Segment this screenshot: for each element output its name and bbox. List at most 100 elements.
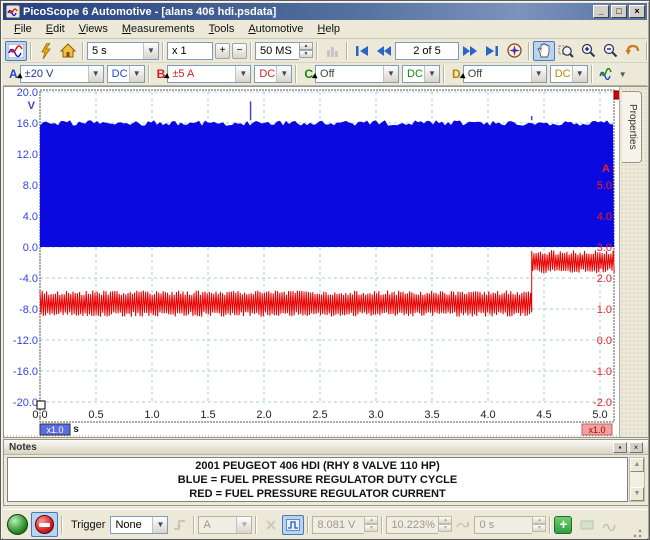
title-bar: PicoScope 6 Automotive - [alans 406 hdi.…	[3, 3, 647, 20]
scroll-up-icon[interactable]: ▲	[630, 458, 644, 472]
channel-c-range-select[interactable]: Off ▼	[315, 65, 399, 83]
notes-line: BLUE = FUEL PRESSURE REGULATOR DUTY CYCL…	[8, 473, 627, 487]
buffer-position-field[interactable]: 2 of 5	[395, 42, 459, 60]
last-buffer-icon	[485, 45, 499, 57]
next-buffer-icon	[462, 45, 478, 57]
stop-capture-button[interactable]	[31, 512, 58, 537]
zoom-multiplier-field[interactable]: x 1	[167, 42, 213, 60]
undo-zoom-button[interactable]	[621, 41, 643, 61]
y-left-tick: 16.0	[17, 118, 38, 130]
separator	[295, 65, 297, 83]
sample-count-spinner[interactable]: 50 MS ▲▼	[255, 42, 313, 60]
trigger-view-button[interactable]	[282, 515, 304, 535]
menu-item-help[interactable]: Help	[310, 21, 347, 37]
y-right-tick: 4.0	[597, 211, 612, 223]
home-settings-button[interactable]	[57, 41, 79, 61]
scroll-down-icon[interactable]: ▼	[630, 487, 644, 501]
separator	[148, 65, 150, 83]
channel-b-coupling-value: DC	[255, 68, 276, 80]
buffer-last-button[interactable]	[481, 41, 503, 61]
separator	[646, 42, 648, 60]
spin-up-icon: ▲	[364, 516, 378, 524]
compass-icon	[507, 43, 522, 58]
buffer-next-button[interactable]	[459, 41, 481, 61]
channel-a-range-select[interactable]: ±20 V ▼	[20, 65, 104, 83]
menu-item-measurements[interactable]: Measurements	[115, 21, 202, 37]
zoom-multiplier-increase-button[interactable]: +	[215, 43, 230, 59]
buffer-navigator-button[interactable]	[503, 41, 525, 61]
menu-item-automotive[interactable]: Automotive	[241, 21, 310, 37]
menu-item-views[interactable]: Views	[72, 21, 115, 37]
spin-up-icon[interactable]: ▲	[299, 42, 313, 50]
channel-b-range-select[interactable]: ±5 A ▼	[167, 65, 251, 83]
connect-device-button[interactable]	[35, 41, 57, 61]
menu-item-edit[interactable]: Edit	[39, 21, 72, 37]
probes-menu-button[interactable]	[596, 64, 618, 84]
channel-c-coupling-select[interactable]: DC ▼	[402, 65, 440, 83]
rising-edge-icon	[173, 519, 186, 531]
y-left-tick: -8.0	[19, 304, 38, 316]
channel-a-coupling-select[interactable]: DC ▼	[107, 65, 145, 83]
separator	[443, 65, 445, 83]
channel-c-label[interactable]: C	[304, 67, 313, 81]
window-title: PicoScope 6 Automotive - [alans 406 hdi.…	[23, 6, 593, 18]
minimize-button[interactable]: _	[593, 5, 609, 18]
separator	[316, 42, 318, 60]
menu-item-file[interactable]: File	[7, 21, 39, 37]
home-icon	[60, 43, 76, 58]
x-axis-tick: 2.0	[256, 409, 271, 421]
main-toolbar: 5 s ▼ x 1 + − 50 MS ▲▼ 2 of 5	[3, 39, 647, 63]
sample-count-value: 50 MS	[255, 42, 299, 60]
y-right-unit: A	[602, 163, 610, 175]
buffer-previous-button[interactable]	[373, 41, 395, 61]
trigger-level-spinner: 8.081 V ▲▼	[312, 516, 378, 534]
chevron-down-icon: ▼	[531, 66, 546, 82]
menu-bar: FileEditViewsMeasurementsToolsAutomotive…	[3, 20, 647, 39]
scope-view-button[interactable]	[5, 41, 27, 61]
zoom-in-button[interactable]	[577, 41, 599, 61]
notes-line: 2001 PEUGEOT 406 HDI (RHY 8 VALVE 110 HP…	[8, 459, 627, 473]
notes-text-area[interactable]: 2001 PEUGEOT 406 HDI (RHY 8 VALVE 110 HP…	[7, 457, 628, 502]
zoom-in-icon	[581, 43, 596, 58]
notes-close-button[interactable]: ×	[629, 442, 643, 453]
notes-undock-button[interactable]: ▪	[613, 442, 627, 453]
hand-tool-button[interactable]	[533, 41, 555, 61]
channel-d-coupling-select[interactable]: DC ▼	[550, 65, 588, 83]
chevron-down-icon: ▼	[88, 66, 103, 82]
notes-scrollbar[interactable]: ▲ ▼	[629, 457, 645, 502]
tab-properties[interactable]: Properties	[622, 91, 642, 163]
trigger-delay-value: 0 s	[474, 516, 532, 534]
channel-b-label[interactable]: B	[157, 67, 166, 81]
buffer-first-button[interactable]	[351, 41, 373, 61]
add-measurement-button[interactable]: +	[554, 516, 572, 534]
waveform-graph[interactable]: 0.00.51.01.52.02.53.03.54.04.55.0s20.016…	[4, 87, 648, 437]
x-axis-tick: 1.5	[200, 409, 215, 421]
x-axis-tick: 0.5	[88, 409, 103, 421]
channel-b-coupling-select[interactable]: DC ▼	[254, 65, 292, 83]
resize-grip[interactable]	[630, 526, 643, 539]
y-right-tick: -1.0	[593, 366, 612, 378]
separator	[61, 516, 63, 534]
zoom-out-button[interactable]	[599, 41, 621, 61]
menu-item-tools[interactable]: Tools	[202, 21, 242, 37]
channel-a-label[interactable]: A	[9, 67, 18, 81]
spin-down-icon: ▼	[364, 524, 378, 532]
y-left-tick: 8.0	[23, 180, 38, 192]
y-left-tick: -4.0	[19, 273, 38, 285]
zoom-window-button[interactable]	[555, 41, 577, 61]
chevron-down-icon: ▼	[276, 66, 291, 82]
zoom-multiplier-decrease-button[interactable]: −	[232, 43, 247, 59]
channel-d-label[interactable]: D	[452, 67, 461, 81]
probes-menu-dropdown[interactable]: ▼	[619, 70, 627, 79]
trigger-mode-select[interactable]: None ▼	[110, 516, 168, 534]
close-button[interactable]: ×	[629, 5, 645, 18]
timebase-select[interactable]: 5 s ▼	[87, 42, 159, 60]
channel-d-range-select[interactable]: Off ▼	[463, 65, 547, 83]
spin-down-icon[interactable]: ▼	[299, 50, 313, 58]
start-capture-button[interactable]	[7, 514, 28, 535]
maximize-button[interactable]: □	[611, 5, 627, 18]
x-axis-unit: s	[73, 424, 79, 435]
x-axis-tick: 1.0	[144, 409, 159, 421]
hand-icon	[537, 43, 551, 58]
axis-drag-handle[interactable]	[37, 401, 45, 409]
